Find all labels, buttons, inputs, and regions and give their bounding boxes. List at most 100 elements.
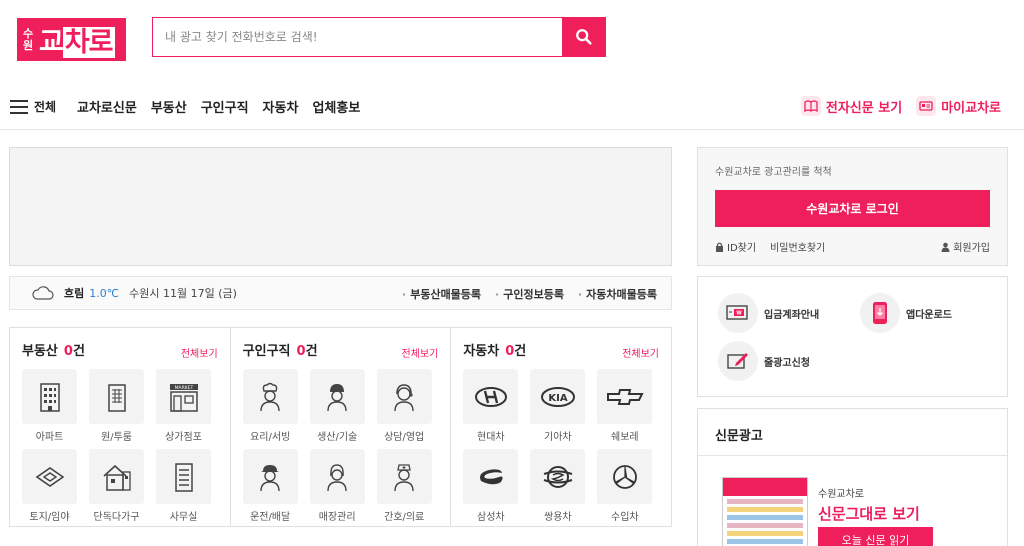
house-icon	[102, 464, 131, 491]
category-cars: 자동차 0건 전체보기 현대차 KIA 기아차 쉐보레 삼성차 쌍용차 수입차	[450, 328, 671, 526]
register-job-link[interactable]: 구인정보등록	[495, 286, 564, 302]
nav-item-newspaper[interactable]: 교차로신문	[77, 97, 137, 116]
register-car-link[interactable]: 자동차매물등록	[578, 286, 657, 302]
building-icon	[107, 383, 126, 412]
worker-icon	[327, 383, 347, 411]
register-links: 부동산매물등록 구인정보등록 자동차매물등록	[402, 286, 657, 302]
weather-condition: 흐림	[64, 287, 85, 300]
nurse-icon	[394, 463, 414, 491]
login-links: ID찾기 비밀번호찾기 회원가입	[715, 239, 990, 254]
category-item-production[interactable]: 생산/기술	[309, 369, 365, 443]
nav-right: 전자신문 보기 마이교차로	[800, 96, 1001, 116]
category-item-driving[interactable]: 운전/배달	[242, 449, 298, 523]
weather-bar: 흐림 1.0℃ 수원시 11월 17일 (금) 부동산매물등록 구인정보등록 자…	[9, 276, 672, 310]
join-link[interactable]: 회원가입	[941, 239, 990, 254]
category-item-apartment[interactable]: 아파트	[22, 369, 77, 443]
hamburger-icon	[10, 99, 28, 114]
pencil-note-icon	[718, 341, 758, 381]
my-card-icon	[916, 96, 937, 116]
nav-item-cars[interactable]: 자동차	[263, 97, 299, 116]
see-all-link[interactable]: 전체보기	[402, 345, 439, 360]
search-icon	[576, 29, 592, 45]
all-menu-button[interactable]: 전체	[10, 98, 56, 115]
logo-text: 교차로	[39, 27, 115, 58]
category-panel: 부동산 0건 전체보기 아파트 원/투룸 MARKET 상가점포 토지/임야 단독…	[9, 327, 672, 527]
register-realestate-link[interactable]: 부동산매물등록	[402, 286, 481, 302]
login-box: 수원교차로 광고관리를 척척 수원교차로 로그인 ID찾기 비밀번호찾기 회원가…	[697, 147, 1008, 266]
find-id-link[interactable]: ID찾기	[715, 239, 756, 254]
newspaper-box: 신문광고 수원교차로 신문그대로 보기 오늘 신문 읽기	[697, 408, 1008, 546]
weather-location-date: 수원시 11월 17일 (금)	[129, 287, 237, 300]
category-item-import[interactable]: 수입차	[597, 449, 653, 523]
import-car-icon	[612, 464, 637, 489]
all-menu-label: 전체	[34, 100, 57, 114]
market-icon: MARKET	[169, 383, 198, 412]
nav-item-business[interactable]: 업체홍보	[312, 97, 360, 116]
see-all-link[interactable]: 전체보기	[622, 345, 659, 360]
lock-icon	[716, 242, 723, 252]
svg-text:KIA: KIA	[548, 393, 567, 404]
hyundai-icon	[474, 386, 507, 407]
see-all-link[interactable]: 전체보기	[181, 345, 218, 360]
logo[interactable]: 수원 교차로	[17, 18, 126, 61]
account-info-label: 입금계좌안내	[764, 309, 820, 321]
find-password-link[interactable]: 비밀번호찾기	[770, 239, 825, 254]
category-item-office[interactable]: 사무실	[156, 449, 211, 523]
login-button[interactable]: 수원교차로 로그인	[715, 190, 990, 227]
search-input[interactable]	[165, 30, 551, 44]
newspaper-thumbnail[interactable]	[722, 477, 808, 546]
category-item-chevrolet[interactable]: 쉐보레	[597, 369, 653, 443]
category-item-land[interactable]: 토지/임야	[22, 449, 77, 523]
user-icon	[941, 242, 950, 252]
app-download-button[interactable]: 앱다운로드	[860, 293, 952, 333]
land-icon	[35, 466, 64, 487]
search-button[interactable]	[562, 17, 606, 57]
cloud-icon	[32, 286, 54, 300]
category-item-sales[interactable]: 상담/영업	[376, 369, 432, 443]
category-item-kia[interactable]: KIA 기아차	[530, 369, 586, 443]
app-download-label: 앱다운로드	[906, 309, 952, 321]
category-item-house[interactable]: 단독다가구	[89, 449, 144, 523]
category-realestate: 부동산 0건 전체보기 아파트 원/투룸 MARKET 상가점포 토지/임야 단독…	[10, 328, 230, 526]
my-page-link[interactable]: 마이교차로	[916, 96, 1001, 116]
category-item-ssangyong[interactable]: 쌍용차	[530, 449, 586, 523]
account-icon: W	[718, 293, 758, 333]
staff-icon	[327, 463, 347, 491]
chevrolet-icon	[606, 388, 644, 405]
category-jobs: 구인구직 0건 전체보기 요리/서빙 생산/기술 상담/영업 운전/배달 매장관리	[229, 328, 451, 526]
epaper-label: 전자신문 보기	[825, 100, 903, 116]
newspaper-heading: 신문광고	[698, 409, 1007, 456]
samsung-icon	[479, 468, 503, 484]
nav-item-jobs[interactable]: 구인구직	[201, 97, 249, 116]
line-ad-button[interactable]: 줄광고신청	[718, 341, 810, 381]
search-bar	[152, 17, 563, 57]
newspaper-title[interactable]: 신문그대로 보기	[818, 503, 933, 524]
read-today-button[interactable]: 오늘 신문 읽기	[818, 527, 933, 546]
main-banner[interactable]	[9, 147, 672, 266]
weather-temp: 1.0℃	[89, 286, 120, 300]
category-item-oneroom[interactable]: 원/투룸	[89, 369, 144, 443]
nav-item-realestate[interactable]: 부동산	[151, 97, 187, 116]
newspaper-info: 수원교차로 신문그대로 보기 오늘 신문 읽기	[818, 485, 933, 546]
svg-text:MARKET: MARKET	[174, 385, 193, 391]
kia-icon: KIA	[540, 386, 575, 407]
ssangyong-icon	[543, 465, 573, 488]
category-item-hyundai[interactable]: 현대차	[463, 369, 519, 443]
my-page-label: 마이교차로	[941, 100, 1001, 116]
book-icon	[800, 96, 821, 116]
epaper-link[interactable]: 전자신문 보기	[800, 96, 903, 116]
svg-text:W: W	[736, 311, 742, 317]
category-item-store[interactable]: MARKET 상가점포	[156, 369, 211, 443]
login-message: 수원교차로 광고관리를 척척	[715, 167, 832, 178]
account-info-button[interactable]: W 입금계좌안내	[718, 293, 819, 333]
category-item-cooking[interactable]: 요리/서빙	[242, 369, 298, 443]
category-item-samsung[interactable]: 삼성차	[463, 449, 519, 523]
service-box: W 입금계좌안내 앱다운로드 줄광고신청	[697, 276, 1008, 397]
main-nav: 전체 교차로신문 부동산 구인구직 자동차 업체홍보 전자신문 보기 마이교차로	[0, 88, 1024, 130]
logo-city: 수원	[23, 26, 34, 52]
mobile-app-icon	[860, 293, 900, 333]
category-item-store-manager[interactable]: 매장관리	[309, 449, 365, 523]
chef-icon	[260, 382, 280, 411]
office-icon	[174, 462, 193, 492]
category-item-nursing[interactable]: 간호/의료	[376, 449, 432, 523]
